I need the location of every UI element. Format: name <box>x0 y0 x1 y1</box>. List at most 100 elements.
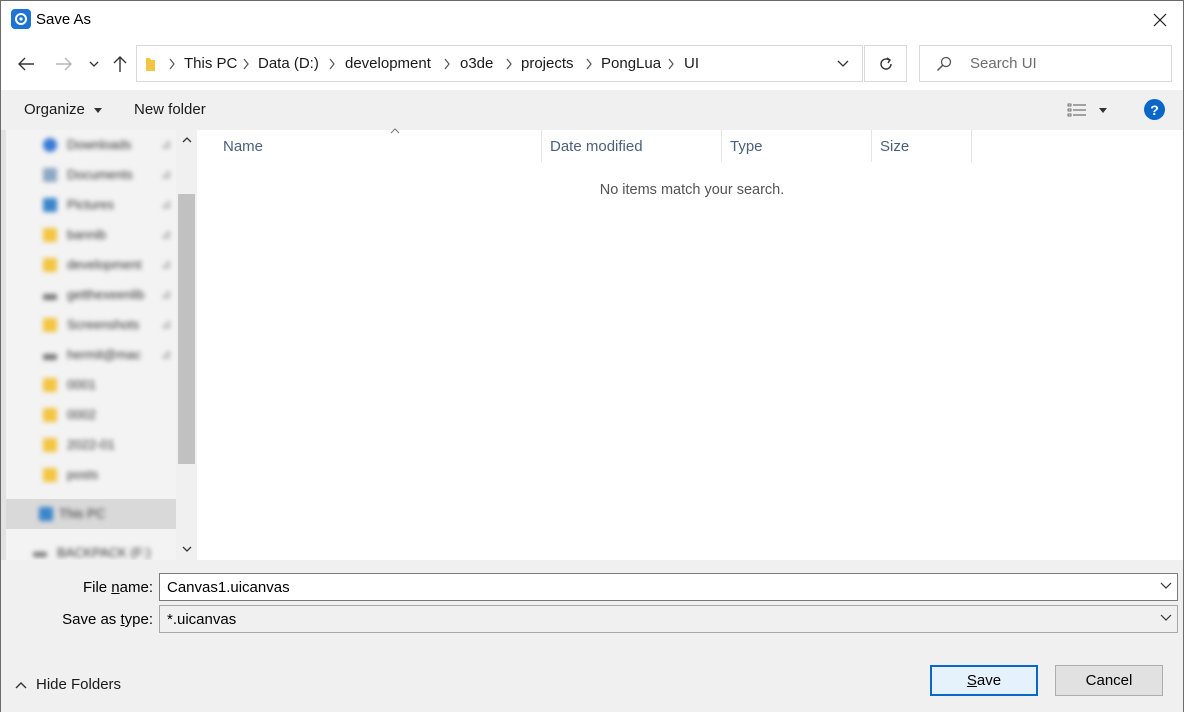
save-type-value: *.uicanvas <box>167 611 237 628</box>
nav-item-label: Screenshots <box>67 317 140 332</box>
change-view-button[interactable] <box>1063 99 1113 121</box>
pin-icon: ⊿ <box>161 197 172 211</box>
chevron-right-icon[interactable] <box>667 58 675 70</box>
cancel-button[interactable]: Cancel <box>1055 665 1163 696</box>
drive-icon <box>43 354 57 360</box>
scroll-down-button[interactable] <box>176 540 197 558</box>
file-list[interactable]: Name Date modified Type Size No items ma… <box>197 128 1183 560</box>
column-header-label: Date modified <box>550 138 643 155</box>
save-button[interactable]: Save <box>930 665 1038 696</box>
nav-item-label: This PC <box>59 506 106 521</box>
nav-item-label: getthexeenlib <box>67 287 145 302</box>
breadcrumb-projects[interactable]: projects <box>521 55 574 72</box>
navigation-pane: Downloads ⊿ Documents ⊿ Pictures ⊿ banni… <box>1 130 197 560</box>
column-header-size[interactable]: Size <box>872 130 972 162</box>
title-bar: Save As <box>1 1 1183 39</box>
column-header-type[interactable]: Type <box>722 130 872 162</box>
search-placeholder: Search UI <box>970 55 1037 72</box>
folder-icon <box>43 378 57 392</box>
folder-icon <box>43 408 57 422</box>
chevron-right-icon[interactable] <box>443 58 451 70</box>
chevron-down-icon <box>837 60 849 67</box>
nav-item-label: hermit@mac <box>67 347 141 362</box>
scroll-thumb[interactable] <box>178 194 195 464</box>
drive-icon <box>33 552 47 557</box>
recent-locations-button[interactable] <box>84 51 104 77</box>
help-button[interactable]: ? <box>1144 99 1165 120</box>
caret-down-icon <box>94 107 103 113</box>
refresh-button[interactable] <box>864 45 907 82</box>
search-icon <box>936 56 952 72</box>
close-button[interactable] <box>1137 1 1183 39</box>
nav-pane-edge <box>1 130 6 560</box>
organize-button[interactable]: Organize <box>24 101 103 118</box>
column-header-name[interactable]: Name <box>215 128 542 162</box>
breadcrumb-data-drive[interactable]: Data (D:) <box>258 55 319 72</box>
file-name-value: Canvas1.uicanvas <box>167 579 290 596</box>
app-icon <box>11 9 31 29</box>
nav-item-label: bannib <box>67 227 107 242</box>
pin-icon: ⊿ <box>161 227 172 241</box>
hide-folders-label: Hide Folders <box>36 676 122 693</box>
file-name-label: File name: <box>82 579 153 596</box>
nav-scrollbar[interactable] <box>176 130 197 560</box>
breadcrumb-ui[interactable]: UI <box>684 55 699 72</box>
nav-item-label: Documents <box>67 167 133 182</box>
pin-icon: ⊿ <box>161 287 172 301</box>
drive-icon <box>43 294 57 300</box>
up-button[interactable] <box>109 51 131 77</box>
chevron-down-icon <box>89 61 99 67</box>
folder-icon <box>43 468 57 482</box>
arrow-right-icon <box>56 57 72 71</box>
chevron-right-icon[interactable] <box>505 58 513 70</box>
scroll-up-button[interactable] <box>176 131 197 149</box>
breadcrumb-ponglua[interactable]: PongLua <box>601 55 661 72</box>
forward-button[interactable] <box>53 51 75 77</box>
chevron-down-icon <box>182 546 191 552</box>
refresh-icon <box>879 56 892 70</box>
arrow-up-icon <box>113 56 127 72</box>
chevron-up-icon <box>15 682 27 689</box>
column-header-label: Type <box>730 138 763 155</box>
address-bar[interactable]: This PC Data (D:) development o3de proje… <box>136 45 863 82</box>
pin-icon: ⊿ <box>161 167 172 181</box>
nav-item-label: 2022-01 <box>67 437 115 452</box>
window-title: Save As <box>36 11 92 28</box>
folder-icon <box>43 438 57 452</box>
pin-icon: ⊿ <box>161 317 172 331</box>
document-icon <box>43 168 57 182</box>
arrow-left-icon <box>18 57 34 71</box>
save-type-label: Save as type: <box>62 611 153 628</box>
nav-item-label: 0001 <box>67 377 96 392</box>
chevron-right-icon[interactable] <box>328 58 336 70</box>
nav-item-label: 0002 <box>67 407 96 422</box>
chevron-right-icon[interactable] <box>242 58 250 70</box>
column-header-date-modified[interactable]: Date modified <box>542 130 722 162</box>
nav-item-label: posts <box>67 467 99 482</box>
breadcrumb-development[interactable]: development <box>345 55 431 72</box>
chevron-up-icon <box>182 137 191 143</box>
save-type-select[interactable]: *.uicanvas <box>159 605 1178 633</box>
new-folder-button[interactable]: New folder <box>134 101 206 118</box>
column-header-label: Size <box>880 138 910 155</box>
nav-item-label: Pictures <box>67 197 114 212</box>
address-history-button[interactable] <box>824 46 862 81</box>
nav-item-label: Downloads <box>67 137 132 152</box>
organize-label: Organize <box>24 101 85 118</box>
sort-ascending-icon <box>390 128 400 134</box>
save-form: File name: Canvas1.uicanvas Save as type… <box>1 560 1183 712</box>
picture-icon <box>43 198 57 212</box>
save-as-dialog: Save As This PC Data (D:) development o3… <box>0 0 1184 712</box>
pin-icon: ⊿ <box>161 347 172 361</box>
back-button[interactable] <box>15 51 37 77</box>
file-name-field[interactable]: Canvas1.uicanvas <box>159 573 1178 601</box>
command-bar: Organize New folder ? <box>1 90 1183 130</box>
chevron-right-icon[interactable] <box>585 58 593 70</box>
search-input[interactable]: Search UI <box>919 45 1172 82</box>
breadcrumb-this-pc[interactable]: This PC <box>184 55 237 72</box>
folder-icon <box>43 318 57 332</box>
breadcrumb-o3de[interactable]: o3de <box>460 55 493 72</box>
close-icon <box>1153 13 1167 27</box>
chevron-down-icon[interactable] <box>1160 582 1172 589</box>
nav-item-label: development <box>67 257 142 272</box>
